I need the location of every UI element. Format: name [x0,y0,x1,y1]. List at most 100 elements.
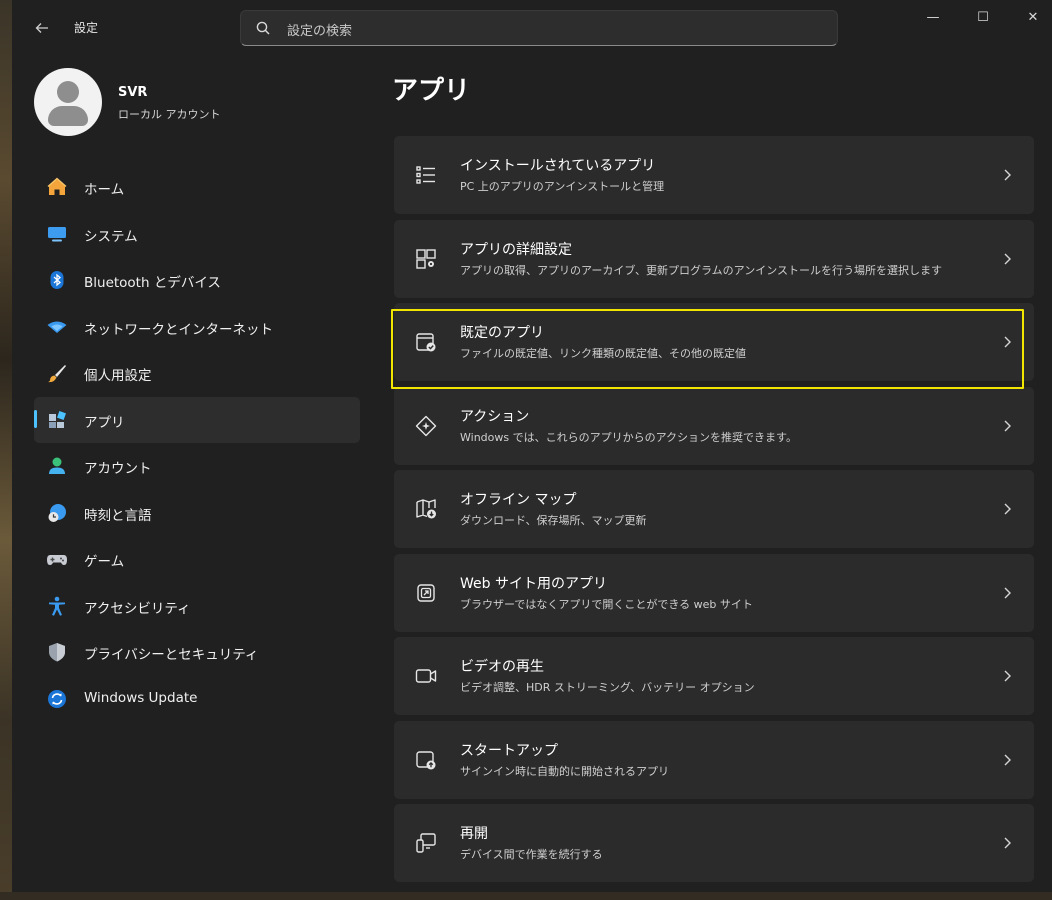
actions-icon [415,415,437,436]
offline-map-icon [416,499,436,519]
wifi-icon [47,321,67,333]
sidebar-item-label: システム [84,228,138,245]
card-description: Windows では、これらのアプリからのアクションを推奨できます。 [460,430,797,444]
brush-icon [48,365,66,383]
card-video-playback[interactable]: ビデオの再生 ビデオ調整、HDR ストリーミング、バッテリー オプション [394,637,1034,715]
minimize-button[interactable]: — [910,6,956,30]
sidebar-item-privacy[interactable]: プライバシーとセキュリティ [34,629,360,676]
sidebar-item-accessibility[interactable]: アクセシビリティ [34,583,360,630]
apps-icon [49,410,66,428]
system-icon [48,226,66,241]
sidebar-item-home[interactable]: ホーム [34,164,360,211]
clock-globe-icon [48,503,66,522]
chevron-right-icon [1004,169,1011,181]
card-startup[interactable]: スタートアップ サインイン時に自動的に開始されるアプリ [394,720,1034,799]
sidebar-item-time-language[interactable]: 時刻と言語 [34,490,360,537]
sidebar-item-label: ネットワークとインターネット [84,321,273,338]
sidebar-item-accounts[interactable]: アカウント [34,443,360,490]
sidebar-item-label: Bluetooth とデバイス [84,275,221,291]
chevron-right-icon [1004,587,1011,598]
chevron-right-icon [1004,503,1011,515]
sidebar-item-label: プライバシーとセキュリティ [84,647,259,663]
user-profile[interactable]: SVR ローカル アカウント [34,68,364,138]
card-resume[interactable]: 再開 デバイス間で作業を続行する [394,804,1034,882]
card-offline-maps[interactable]: オフライン マップ ダウンロード、保存場所、マップ更新 [394,470,1034,548]
installed-apps-icon [416,166,435,184]
settings-card-list: インストールされているアプリ PC 上のアプリのアンインストールと管理 アプリの… [394,136,1034,888]
search-input[interactable]: 設定の検索 [287,20,352,39]
back-arrow-icon [35,23,48,33]
chevron-right-icon [1004,670,1011,682]
sidebar-item-label: アカウント [84,461,152,477]
sidebar-item-label: Windows Update [84,689,198,706]
card-description: ブラウザーではなくアプリで開くことができる web サイト [460,597,753,611]
video-icon [415,669,437,683]
account-icon [49,457,65,474]
close-button[interactable]: ✕ [1010,6,1052,30]
resume-icon [416,833,436,853]
sidebar-item-label: ゲーム [84,554,125,570]
user-name: SVR [118,85,148,100]
card-apps-for-websites[interactable]: Web サイト用のアプリ ブラウザーではなくアプリで開くことができる web サ… [394,553,1034,632]
sidebar-item-personalization[interactable]: 個人用設定 [34,350,360,397]
card-description: デバイス間で作業を続行する [460,848,603,861]
selected-indicator [34,409,37,428]
accessibility-icon [49,596,65,616]
settings-window: 設定 設定の検索 — ☐ ✕ SVR ローカル アカウント ホーム システム B… [12,0,1052,892]
avatar-body-icon [48,106,88,126]
desktop-background-edge [0,0,12,900]
chevron-right-icon [1004,837,1011,849]
update-icon [48,689,66,708]
sidebar-item-network[interactable]: ネットワークとインターネット [34,304,360,351]
home-icon [47,177,67,195]
card-title: インストールされているアプリ [460,158,656,174]
startup-icon [416,750,436,769]
sidebar-nav: ホーム システム Bluetooth とデバイス ネットワークとインターネット [34,164,364,722]
page-title: アプリ [392,76,471,106]
sidebar-item-apps[interactable]: アプリ [34,396,360,443]
card-description: ファイルの既定値、リンク種類の既定値、その他の既定値 [460,347,746,360]
sidebar-item-bluetooth[interactable]: Bluetooth とデバイス [34,257,360,304]
card-description: アプリの取得、アプリのアーカイブ、更新プログラムのアンインストールを行う場所を選… [460,263,943,277]
sidebar-item-label: アクセシビリティ [84,600,191,617]
card-description: ビデオ調整、HDR ストリーミング、バッテリー オプション [460,681,755,694]
default-apps-icon [416,333,436,352]
avatar [34,68,102,136]
avatar-head-icon [57,81,79,103]
card-advanced-app-settings[interactable]: アプリの詳細設定 アプリの取得、アプリのアーカイブ、更新プログラムのアンインスト… [394,219,1034,298]
back-button[interactable] [30,16,54,40]
card-title: オフライン マップ [460,492,577,508]
sidebar-item-gaming[interactable]: ゲーム [34,536,360,583]
card-title: 既定のアプリ [460,325,544,341]
sidebar-item-windows-update[interactable]: Windows Update [34,676,360,723]
advanced-apps-icon [416,248,436,269]
sidebar-item-label: ホーム [84,182,125,198]
desktop-background-bottom [0,892,1052,900]
maximize-button[interactable]: ☐ [960,6,1006,30]
chevron-right-icon [1004,336,1011,348]
chevron-right-icon [1004,420,1011,431]
search-box[interactable]: 設定の検索 [240,10,838,46]
card-title: スタートアップ [460,742,558,759]
chevron-right-icon [1004,253,1011,264]
bluetooth-icon [50,271,64,289]
card-description: ダウンロード、保存場所、マップ更新 [460,514,647,527]
card-installed-apps[interactable]: インストールされているアプリ PC 上のアプリのアンインストールと管理 [394,136,1034,214]
sidebar-item-label: 個人用設定 [84,368,152,384]
chevron-right-icon [1004,754,1011,765]
card-title: アプリの詳細設定 [460,241,572,258]
account-type: ローカル アカウント [118,108,221,121]
app-title: 設定 [74,21,99,35]
card-title: 再開 [460,826,488,842]
sidebar-item-label: アプリ [84,414,125,431]
card-default-apps[interactable]: 既定のアプリ ファイルの既定値、リンク種類の既定値、その他の既定値 [394,303,1034,381]
web-apps-icon [417,583,435,602]
shield-icon [49,643,65,662]
card-actions[interactable]: アクション Windows では、これらのアプリからのアクションを推奨できます。 [394,386,1034,465]
card-description: PC 上のアプリのアンインストールと管理 [460,180,665,193]
card-title: Web サイト用のアプリ [460,575,607,592]
sidebar-item-system[interactable]: システム [34,211,360,258]
card-title: アクション [460,408,530,425]
gamepad-icon [47,555,67,565]
search-icon [256,21,270,35]
